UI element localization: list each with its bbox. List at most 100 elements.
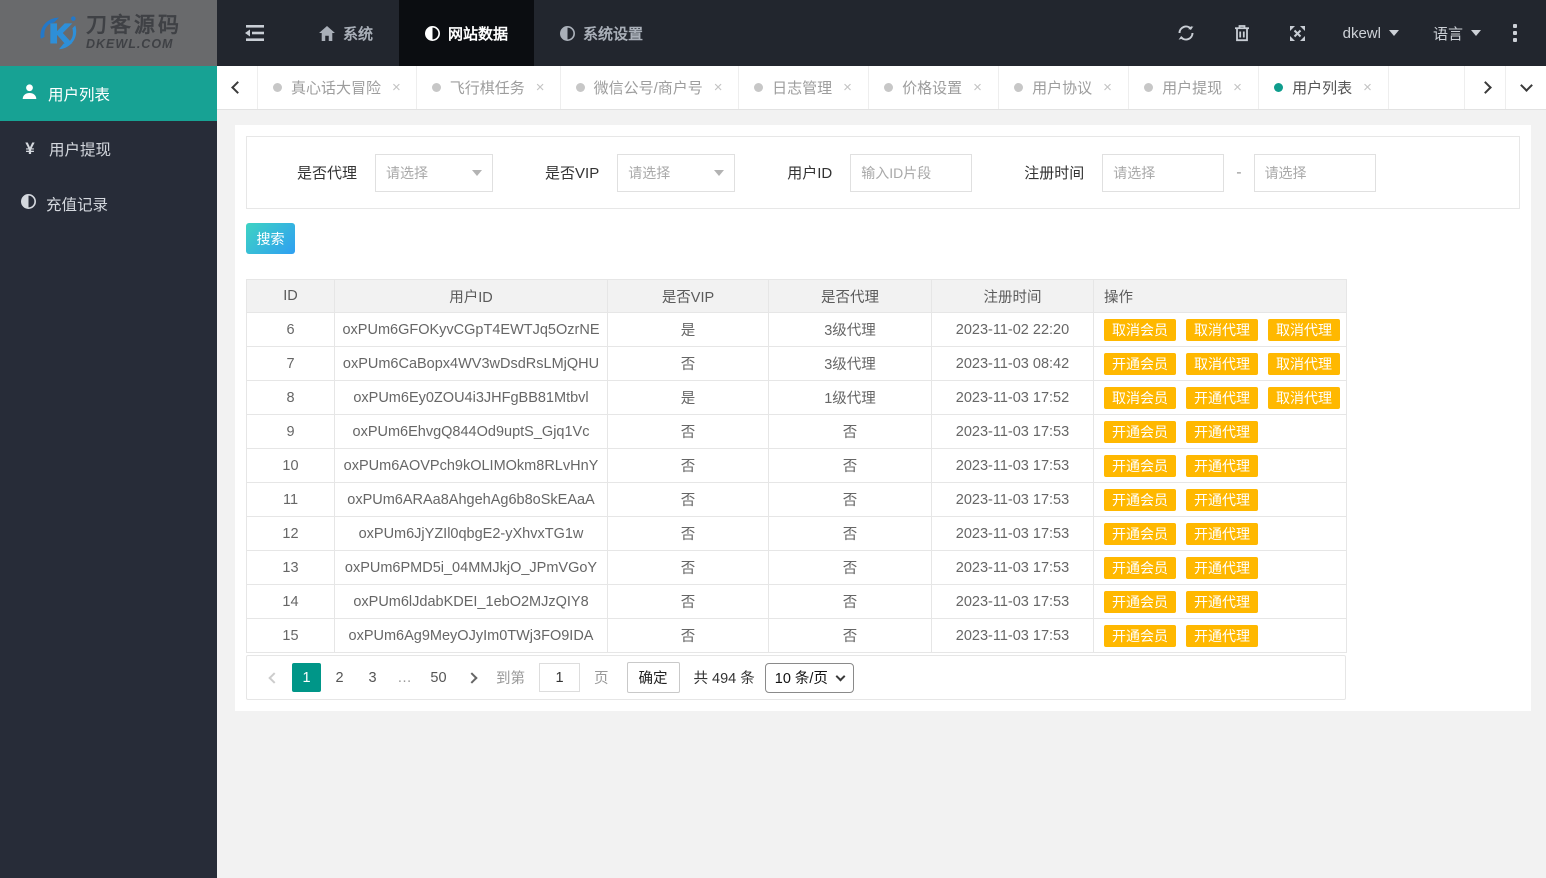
- cell-agent: 否: [768, 550, 932, 585]
- tabs-scroll-right-icon[interactable]: [1464, 66, 1505, 109]
- cell-agent: 3级代理: [768, 312, 932, 347]
- cell-agent: 否: [768, 516, 932, 551]
- table-row: 8 oxPUm6Ey0ZOU4i3JHFgBB81Mtbvl 是 1级代理 2023-1…: [246, 380, 1347, 415]
- cell-vip: 否: [607, 482, 769, 517]
- filter-panel: 是否代理 请选择 是否VIP 请选择 用户ID 输入ID片段 注册时间 请选择 …: [246, 136, 1520, 209]
- regtime-end-input[interactable]: 请选择: [1253, 153, 1376, 192]
- tab-6[interactable]: 用户提现 ×: [1129, 66, 1259, 109]
- action-button[interactable]: 开通代理: [1186, 454, 1258, 477]
- vip-filter-select[interactable]: 请选择: [617, 153, 736, 192]
- tab-dot-icon: [1014, 83, 1024, 92]
- close-icon[interactable]: ×: [714, 79, 723, 96]
- next-page-icon[interactable]: [457, 663, 486, 692]
- confirm-button[interactable]: 确定: [626, 662, 680, 693]
- sidebar-item-0[interactable]: 用户列表: [0, 66, 217, 121]
- action-button[interactable]: 开通会员: [1104, 590, 1176, 613]
- action-button[interactable]: 开通会员: [1104, 454, 1176, 477]
- prev-page-icon[interactable]: [259, 663, 288, 692]
- tabs-scroll-left-icon[interactable]: [217, 66, 258, 109]
- tab-3[interactable]: 日志管理 ×: [739, 66, 869, 109]
- action-button[interactable]: 取消代理: [1268, 318, 1340, 341]
- cell-user-id: oxPUm6JjYZIl0qbgE2-yXhvxTG1w: [334, 516, 608, 551]
- action-button[interactable]: 开通会员: [1104, 420, 1176, 443]
- close-icon[interactable]: ×: [1103, 79, 1112, 96]
- trash-icon[interactable]: [1214, 0, 1270, 66]
- tabs-menu-icon[interactable]: [1505, 66, 1546, 109]
- close-icon[interactable]: ×: [536, 79, 545, 96]
- action-button[interactable]: 开通代理: [1186, 386, 1258, 409]
- more-options-icon[interactable]: [1498, 0, 1532, 66]
- search-button[interactable]: 搜索: [246, 223, 295, 254]
- action-button[interactable]: 开通代理: [1186, 522, 1258, 545]
- cell-user-id: oxPUm6CaBopx4WV3wDsdRsLMjQHU: [334, 346, 608, 381]
- tab-dot-icon: [884, 83, 894, 92]
- page-size-select[interactable]: 10 条/页: [764, 662, 854, 693]
- close-icon[interactable]: ×: [1363, 79, 1372, 96]
- action-button[interactable]: 取消代理: [1186, 352, 1258, 375]
- action-button[interactable]: 取消会员: [1104, 318, 1176, 341]
- page-number-3[interactable]: 3: [358, 663, 387, 692]
- cell-actions: 开通会员 取消代理 取消代理: [1093, 346, 1347, 381]
- action-button[interactable]: 取消代理: [1186, 318, 1258, 341]
- action-button[interactable]: 开通会员: [1104, 352, 1176, 375]
- cell-vip: 否: [607, 516, 769, 551]
- action-button[interactable]: 开通代理: [1186, 420, 1258, 443]
- tab-4[interactable]: 价格设置 ×: [869, 66, 999, 109]
- language-menu[interactable]: 语言: [1416, 0, 1498, 66]
- close-icon[interactable]: ×: [392, 79, 401, 96]
- action-button[interactable]: 取消会员: [1104, 386, 1176, 409]
- tab-label: 真心话大冒险: [291, 80, 382, 97]
- action-button[interactable]: 开通代理: [1186, 624, 1258, 647]
- page-number-50[interactable]: 50: [424, 663, 453, 692]
- regtime-start-input[interactable]: 请选择: [1102, 153, 1225, 192]
- action-button[interactable]: 开通会员: [1104, 522, 1176, 545]
- cell-actions: 取消会员 取消代理 取消代理: [1093, 312, 1347, 347]
- sidebar-item-label: 充值记录: [46, 196, 109, 214]
- action-button[interactable]: 开通会员: [1104, 556, 1176, 579]
- cell-agent: 否: [768, 414, 932, 449]
- action-button[interactable]: 取消代理: [1268, 352, 1340, 375]
- close-icon[interactable]: ×: [1233, 79, 1242, 96]
- top-nav-item-0[interactable]: 系统: [293, 0, 399, 66]
- action-button[interactable]: 开通代理: [1186, 488, 1258, 511]
- userid-filter-input[interactable]: 输入ID片段: [850, 153, 973, 192]
- action-button[interactable]: 开通代理: [1186, 590, 1258, 613]
- close-icon[interactable]: ×: [973, 79, 982, 96]
- agent-filter-select[interactable]: 请选择: [375, 153, 494, 192]
- cell-register-time: 2023-11-03 17:53: [931, 516, 1094, 551]
- table-row: 14 oxPUm6lJdabKDEI_1ebO2MJzQIY8 否否 2023-11-…: [246, 584, 1347, 619]
- action-button[interactable]: 开通会员: [1104, 624, 1176, 647]
- tab-7[interactable]: 用户列表 ×: [1259, 66, 1389, 109]
- column-header-1: 用户ID: [334, 279, 608, 313]
- vip-filter-label: 是否VIP: [545, 165, 600, 182]
- half-circle-icon: [560, 25, 576, 41]
- action-button[interactable]: 开通会员: [1104, 488, 1176, 511]
- menu-collapse-icon[interactable]: [217, 0, 293, 66]
- fullscreen-icon[interactable]: [1270, 0, 1326, 66]
- goto-page-input[interactable]: 1: [539, 663, 580, 692]
- page-number-1[interactable]: 1: [292, 663, 321, 692]
- tab-5[interactable]: 用户协议 ×: [999, 66, 1129, 109]
- cell-vip: 否: [607, 618, 769, 653]
- cell-vip: 是: [607, 312, 769, 347]
- column-header-0: ID: [246, 279, 335, 313]
- top-nav-item-1[interactable]: 网站数据: [399, 0, 535, 66]
- tab-label: 用户提现: [1162, 80, 1223, 97]
- sidebar-item-label: 用户提现: [49, 141, 112, 159]
- tab-dot-icon: [1274, 83, 1284, 92]
- user-menu[interactable]: dkewl: [1326, 0, 1416, 66]
- column-header-4: 注册时间: [931, 279, 1094, 313]
- chevron-down-icon: [714, 169, 725, 176]
- top-nav-item-2[interactable]: 系统设置: [534, 0, 669, 66]
- tab-0[interactable]: 真心话大冒险 ×: [258, 66, 417, 109]
- sidebar-item-1[interactable]: ¥ 用户提现: [0, 121, 217, 176]
- action-button[interactable]: 开通代理: [1186, 556, 1258, 579]
- tab-2[interactable]: 微信公号/商户号 ×: [561, 66, 739, 109]
- sidebar-item-2[interactable]: 充值记录: [0, 176, 217, 231]
- page-number-2[interactable]: 2: [325, 663, 354, 692]
- refresh-icon[interactable]: [1158, 0, 1214, 66]
- close-icon[interactable]: ×: [843, 79, 852, 96]
- tab-1[interactable]: 飞行棋任务 ×: [417, 66, 561, 109]
- action-button[interactable]: 取消代理: [1268, 386, 1340, 409]
- cell-id: 6: [246, 312, 335, 347]
